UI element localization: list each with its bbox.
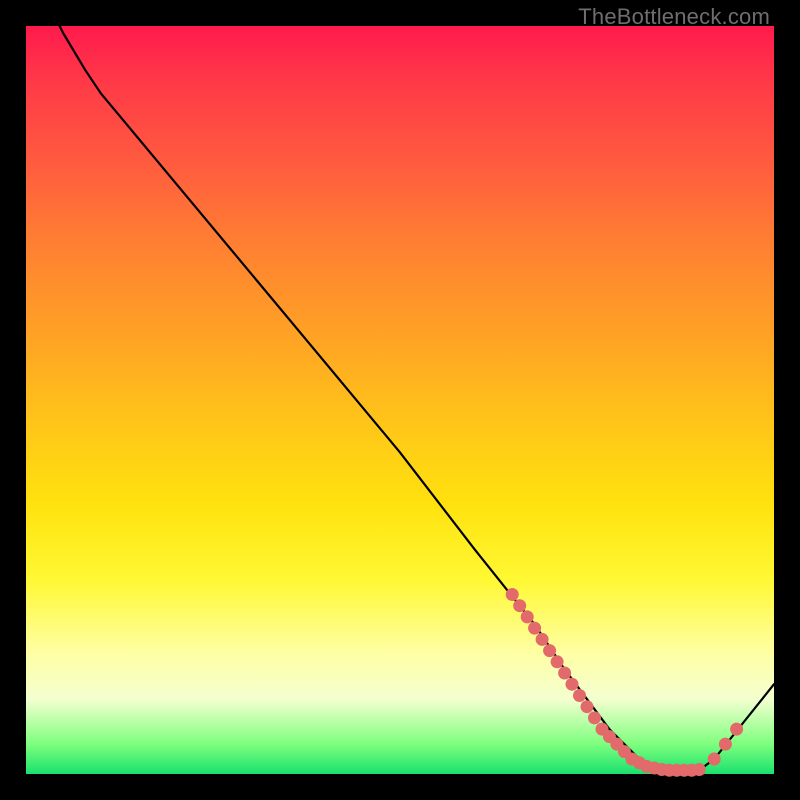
data-point	[521, 610, 534, 623]
data-point	[543, 644, 556, 657]
data-point	[588, 711, 601, 724]
data-point	[558, 667, 571, 680]
chart-frame: TheBottleneck.com	[0, 0, 800, 800]
data-point	[551, 655, 564, 668]
data-point	[730, 723, 743, 736]
data-point	[566, 678, 579, 691]
data-point	[528, 622, 541, 635]
data-point	[719, 738, 732, 751]
plot-area	[26, 26, 774, 774]
data-point	[573, 689, 586, 702]
data-point	[506, 588, 519, 601]
plot-svg	[26, 26, 774, 774]
marker-layer	[506, 588, 743, 777]
data-point	[581, 700, 594, 713]
bottleneck-curve	[26, 0, 774, 770]
data-point	[536, 633, 549, 646]
data-point	[513, 599, 526, 612]
data-point	[693, 763, 706, 776]
data-point	[708, 753, 721, 766]
